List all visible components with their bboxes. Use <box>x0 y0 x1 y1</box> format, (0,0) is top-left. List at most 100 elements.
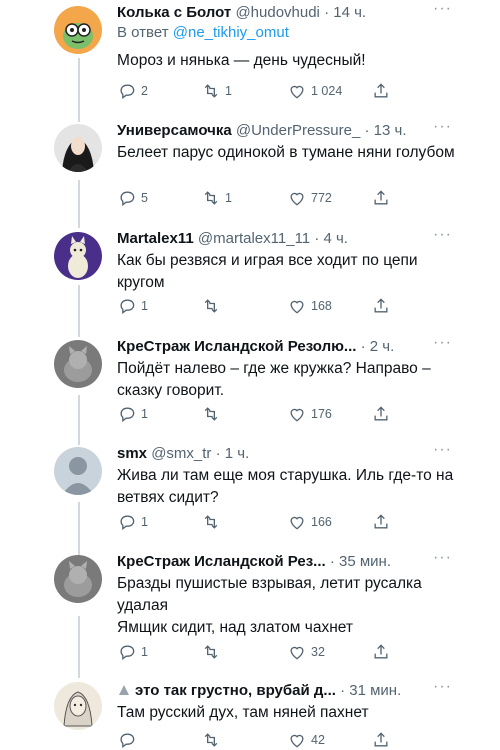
reply-count: 1 <box>141 299 148 313</box>
timestamp[interactable]: 31 мин. <box>349 682 401 699</box>
avatar[interactable] <box>54 232 102 280</box>
retweet-button[interactable] <box>201 730 221 750</box>
reply-button[interactable]: 1 <box>117 296 148 316</box>
avatar[interactable] <box>54 6 102 54</box>
like-button[interactable]: 176 <box>287 404 332 424</box>
author-handle[interactable]: @smx_tr <box>151 445 211 462</box>
share-button[interactable] <box>371 296 391 316</box>
tweet-text: Бразды пушистые взрывая, летит русалка у… <box>117 575 422 636</box>
more-options-icon[interactable]: ··· <box>433 118 452 136</box>
timestamp[interactable]: 13 ч. <box>374 122 407 139</box>
tweet-header: это так грустно, врубай д... · 31 мин. <box>117 680 450 702</box>
thread-line <box>78 285 80 337</box>
like-button[interactable]: 168 <box>287 296 332 316</box>
share-button[interactable] <box>371 188 391 208</box>
share-button[interactable] <box>371 81 391 101</box>
tweet-text: Пойдёт налево – где же кружка? Направо –… <box>117 360 431 399</box>
more-options-icon[interactable]: ··· <box>433 549 452 567</box>
author-name[interactable]: КреСтраж Исландской Рез... <box>117 553 326 570</box>
retweet-button[interactable]: 1 <box>201 188 232 208</box>
timestamp[interactable]: 35 мин. <box>339 553 391 570</box>
tweet-header: КреСтраж Исландской Резолю... · 2 ч. <box>117 336 450 358</box>
share-icon <box>374 83 388 98</box>
share-button[interactable] <box>371 642 391 662</box>
author-handle[interactable]: @hudovhudi <box>235 4 319 21</box>
retweet-icon <box>204 515 218 529</box>
reply-button[interactable]: 2 <box>117 81 148 101</box>
author-name[interactable]: Martalex11 <box>117 230 194 247</box>
heart-icon <box>290 192 304 206</box>
like-button[interactable]: 772 <box>287 188 332 208</box>
reply-button[interactable]: 1 <box>117 642 148 662</box>
like-count: 176 <box>311 407 332 421</box>
avatar[interactable] <box>54 447 102 495</box>
author-handle[interactable]: @UnderPressure_ <box>236 122 360 139</box>
avatar[interactable] <box>54 340 102 388</box>
reply-icon <box>120 645 135 660</box>
like-count: 168 <box>311 299 332 313</box>
reply-button[interactable] <box>117 730 137 750</box>
like-button[interactable]: 42 <box>287 730 325 750</box>
heart-icon <box>290 646 304 660</box>
share-button[interactable] <box>371 512 391 532</box>
reply-icon <box>120 733 135 748</box>
retweet-count: 1 <box>225 191 232 205</box>
thread-line <box>78 58 80 122</box>
reply-mention-link[interactable]: @ne_tikhiy_omut <box>173 24 289 41</box>
tweet-actions: 1 176 <box>117 404 417 424</box>
retweet-button[interactable] <box>201 642 221 662</box>
timestamp[interactable]: 1 ч. <box>225 445 250 462</box>
tweet-text: Там русский дух, там няней пахнет <box>117 704 369 721</box>
reply-button[interactable]: 1 <box>117 404 148 424</box>
tweet-actions: 1 166 <box>117 512 417 532</box>
reply-button[interactable]: 5 <box>117 188 148 208</box>
reply-button[interactable]: 1 <box>117 512 148 532</box>
avatar[interactable] <box>54 555 102 603</box>
retweet-count: 1 <box>225 84 232 98</box>
reply-icon <box>120 407 135 422</box>
emoji-badge-icon <box>119 685 129 695</box>
more-options-icon[interactable]: ··· <box>433 0 452 18</box>
retweet-button[interactable] <box>201 296 221 316</box>
reply-icon <box>120 191 135 206</box>
retweet-button[interactable]: 1 <box>201 81 232 101</box>
like-button[interactable]: 166 <box>287 512 332 532</box>
timestamp[interactable]: 2 ч. <box>370 338 395 355</box>
tweet-header: КреСтраж Исландской Рез... · 35 мин. <box>117 551 450 573</box>
tweet-header: Колька с Болот @hudovhudi · 14 ч. <box>117 2 450 24</box>
tweet-header: Martalex11 @martalex11_11 · 4 ч. <box>117 228 450 250</box>
more-options-icon[interactable]: ··· <box>433 226 452 244</box>
reply-context: В ответ @ne_tikhiy_omut <box>117 24 289 41</box>
share-button[interactable] <box>371 404 391 424</box>
author-name[interactable]: КреСтраж Исландской Резолю... <box>117 338 356 355</box>
like-button[interactable]: 32 <box>287 642 325 662</box>
more-options-icon[interactable]: ··· <box>433 441 452 459</box>
retweet-button[interactable] <box>201 404 221 424</box>
timestamp[interactable]: 14 ч. <box>333 4 366 21</box>
reply-count: 2 <box>141 84 148 98</box>
like-button[interactable]: 1 024 <box>287 81 342 101</box>
retweet-icon <box>204 733 218 747</box>
timestamp[interactable]: 4 ч. <box>323 230 348 247</box>
separator-dot: · <box>324 4 330 21</box>
share-icon <box>374 298 388 313</box>
retweet-icon <box>204 84 218 98</box>
tweet-header: smx @smx_tr · 1 ч. <box>117 443 450 465</box>
avatar[interactable] <box>54 124 102 172</box>
author-name[interactable]: smx <box>117 445 147 462</box>
reply-icon <box>120 299 135 314</box>
tweet-text: Мороз и нянька — день чудесный! <box>117 52 366 69</box>
retweet-button[interactable] <box>201 512 221 532</box>
avatar[interactable] <box>54 682 102 730</box>
author-name[interactable]: Колька с Болот <box>117 4 231 21</box>
share-button[interactable] <box>371 730 391 750</box>
more-options-icon[interactable]: ··· <box>433 678 452 696</box>
more-options-icon[interactable]: ··· <box>433 334 452 352</box>
author-name[interactable]: это так грустно, врубай д... <box>135 682 336 699</box>
reply-count: 1 <box>141 645 148 659</box>
tweet-header: Универсамочка @UnderPressure_ · 13 ч. <box>117 120 450 142</box>
author-handle[interactable]: @martalex11_11 <box>198 230 310 247</box>
thread-line <box>78 180 80 228</box>
author-name[interactable]: Универсамочка <box>117 122 232 139</box>
like-count: 1 024 <box>311 84 343 98</box>
